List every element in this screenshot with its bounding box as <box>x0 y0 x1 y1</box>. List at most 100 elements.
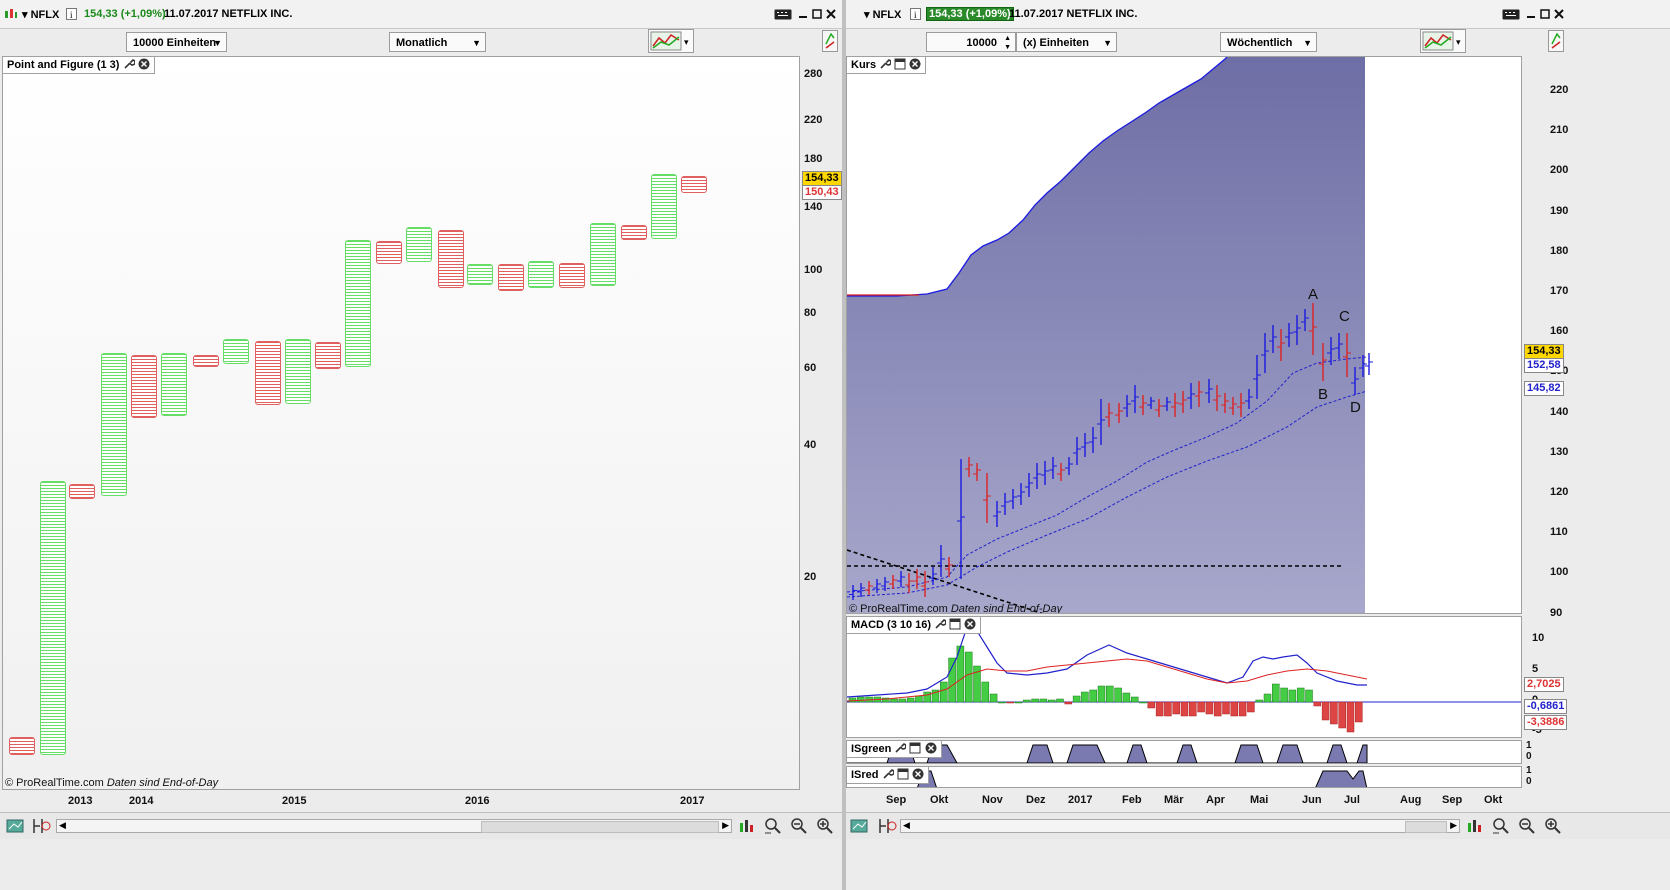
window-icon[interactable] <box>949 618 961 630</box>
wrench-icon[interactable] <box>882 768 895 780</box>
wrench-icon[interactable] <box>934 618 947 630</box>
isred-chart-area: ISred <box>846 766 1522 788</box>
x-tick: 2013 <box>68 795 93 807</box>
keyboard-icon[interactable] <box>774 9 792 20</box>
drawing-tools-icon[interactable] <box>822 30 838 52</box>
symbol-dropdown[interactable]: ▾ NFLX <box>22 8 59 21</box>
y-tick: 140 <box>1550 405 1569 418</box>
drawing-tools-icon[interactable] <box>1548 30 1564 52</box>
close-circle-icon[interactable] <box>909 58 921 70</box>
left-window-header: ▾ NFLX i 154,33 (+1,09%) 11.07.2017 NETF… <box>0 0 842 29</box>
window-icon[interactable] <box>894 58 906 70</box>
y-tick: 0 <box>1526 776 1532 787</box>
units-type-select[interactable]: (x) Einheiten ▼ <box>1016 32 1117 52</box>
macd-histogram-bar <box>1155 701 1164 717</box>
zoom-out-icon[interactable] <box>1518 817 1536 835</box>
wrench-icon[interactable] <box>879 58 892 70</box>
macd-histogram-bar <box>948 657 956 703</box>
macd-histogram-bar <box>1147 701 1156 709</box>
price-tag-ma2: 145,82 <box>1524 381 1564 396</box>
drawing-palette-icon[interactable] <box>850 817 868 835</box>
scale-icon[interactable] <box>30 817 52 835</box>
zoom-fit-icon[interactable] <box>1466 817 1484 835</box>
minimize-icon[interactable] <box>798 9 808 19</box>
x-tick: Okt <box>1484 794 1503 806</box>
maximize-icon[interactable] <box>812 9 822 19</box>
x-tick: Okt <box>930 794 949 806</box>
period-select[interactable]: Wöchentlich ▼ <box>1220 32 1317 52</box>
macd-histogram-bar <box>1172 701 1180 715</box>
isgreen-y-axis: 1 0 <box>1522 740 1570 764</box>
x-tick: Sep <box>1442 794 1463 806</box>
scroll-thumb[interactable] <box>1405 821 1447 833</box>
left-chart-window: ▾ NFLX i 154,33 (+1,09%) 11.07.2017 NETF… <box>0 0 842 890</box>
y-tick: 0 <box>1526 751 1532 762</box>
zoom-in-icon[interactable] <box>816 817 834 835</box>
svg-text:▾: ▾ <box>684 37 689 47</box>
horizontal-scrollbar[interactable]: ◀ ▶ <box>900 819 1460 833</box>
macd-histogram-bar <box>998 701 1006 704</box>
wrench-icon[interactable] <box>123 58 136 70</box>
pf-title-box: Point and Figure (1 3) <box>3 57 155 74</box>
units-select[interactable]: 10000 Einheiten ▼ <box>126 32 227 52</box>
scroll-right-icon[interactable]: ▶ <box>722 820 729 831</box>
info-icon[interactable]: i <box>66 8 77 20</box>
pf-o-column <box>438 230 464 288</box>
zoom-fit-icon[interactable] <box>738 817 756 835</box>
close-circle-icon[interactable] <box>138 58 150 70</box>
macd-histogram-bar <box>1006 701 1014 704</box>
horizontal-scrollbar[interactable]: ◀ ▶ <box>56 819 732 833</box>
close-icon[interactable] <box>826 9 836 19</box>
units-input[interactable]: 10000 ▲ ▼ <box>926 32 1016 52</box>
y-tick: 200 <box>1550 164 1569 177</box>
scroll-left-icon[interactable]: ◀ <box>59 820 66 831</box>
indicator-button[interactable]: ▾ <box>648 29 694 53</box>
zoom-out-icon[interactable] <box>790 817 808 835</box>
date-name: 11.07.2017 NETFLIX INC. <box>164 8 293 20</box>
right-bottom-toolbar: ◀ ▶ <box>846 812 1670 839</box>
close-icon[interactable] <box>1554 9 1564 19</box>
keyboard-icon[interactable] <box>1502 9 1520 20</box>
scroll-thumb[interactable] <box>481 821 719 833</box>
macd-histogram-bar <box>890 698 898 703</box>
price-tag-ma1: 152,58 <box>1524 358 1564 373</box>
close-circle-icon[interactable] <box>964 618 976 630</box>
pf-o-column <box>559 263 585 288</box>
y-tick: 1 <box>1526 740 1532 751</box>
zoom-in-icon[interactable] <box>1544 817 1562 835</box>
minimize-icon[interactable] <box>1526 9 1536 19</box>
pf-o-column <box>255 341 281 405</box>
right-chart-window: ▾ NFLX i 154,33 (+1,09%) 11.07.2017 NETF… <box>846 0 1670 890</box>
price-change-badge: 154,33 (+1,09%) <box>926 7 1014 21</box>
y-tick: 60 <box>804 362 817 374</box>
chart-type-icon[interactable] <box>4 8 18 20</box>
wrench-icon[interactable] <box>894 742 908 754</box>
pf-x-column <box>161 353 187 416</box>
period-select[interactable]: Monatlich ▼ <box>389 32 486 52</box>
scroll-right-icon[interactable]: ▶ <box>1450 820 1457 831</box>
close-circle-icon[interactable] <box>925 742 937 754</box>
symbol-dropdown[interactable]: ▾ NFLX <box>864 8 901 21</box>
window-icon[interactable] <box>897 768 909 780</box>
drawing-palette-icon[interactable] <box>6 817 24 835</box>
x-tick: 2014 <box>129 795 154 807</box>
date-name: 11.07.2017 NETFLIX INC. <box>1009 8 1138 20</box>
macd-histogram-bar <box>989 693 998 703</box>
right-x-axis: Sep Okt Nov Dez 2017 Feb Mär Apr Mai Jun Jul Aug Sep… <box>846 790 1522 810</box>
y-tick: 5 <box>1532 663 1539 675</box>
zoom-range-icon[interactable] <box>1492 817 1510 835</box>
indicator-button[interactable]: ▾ <box>1420 29 1466 53</box>
window-icon[interactable] <box>909 742 921 754</box>
zoom-range-icon[interactable] <box>764 817 782 835</box>
y-tick: 40 <box>804 439 817 451</box>
info-icon[interactable]: i <box>910 8 921 20</box>
price-y-axis: 2202102001901801701601501401301201101009… <box>1522 56 1570 619</box>
scroll-left-icon[interactable]: ◀ <box>903 820 910 831</box>
y-tick: 110 <box>1550 526 1568 539</box>
macd-histogram-bar <box>1238 701 1247 717</box>
maximize-icon[interactable] <box>1540 9 1550 19</box>
scale-icon[interactable] <box>876 817 898 835</box>
pf-o-column <box>69 484 95 499</box>
macd-title-box: MACD (3 10 16) <box>847 617 982 634</box>
close-circle-icon[interactable] <box>912 768 924 780</box>
